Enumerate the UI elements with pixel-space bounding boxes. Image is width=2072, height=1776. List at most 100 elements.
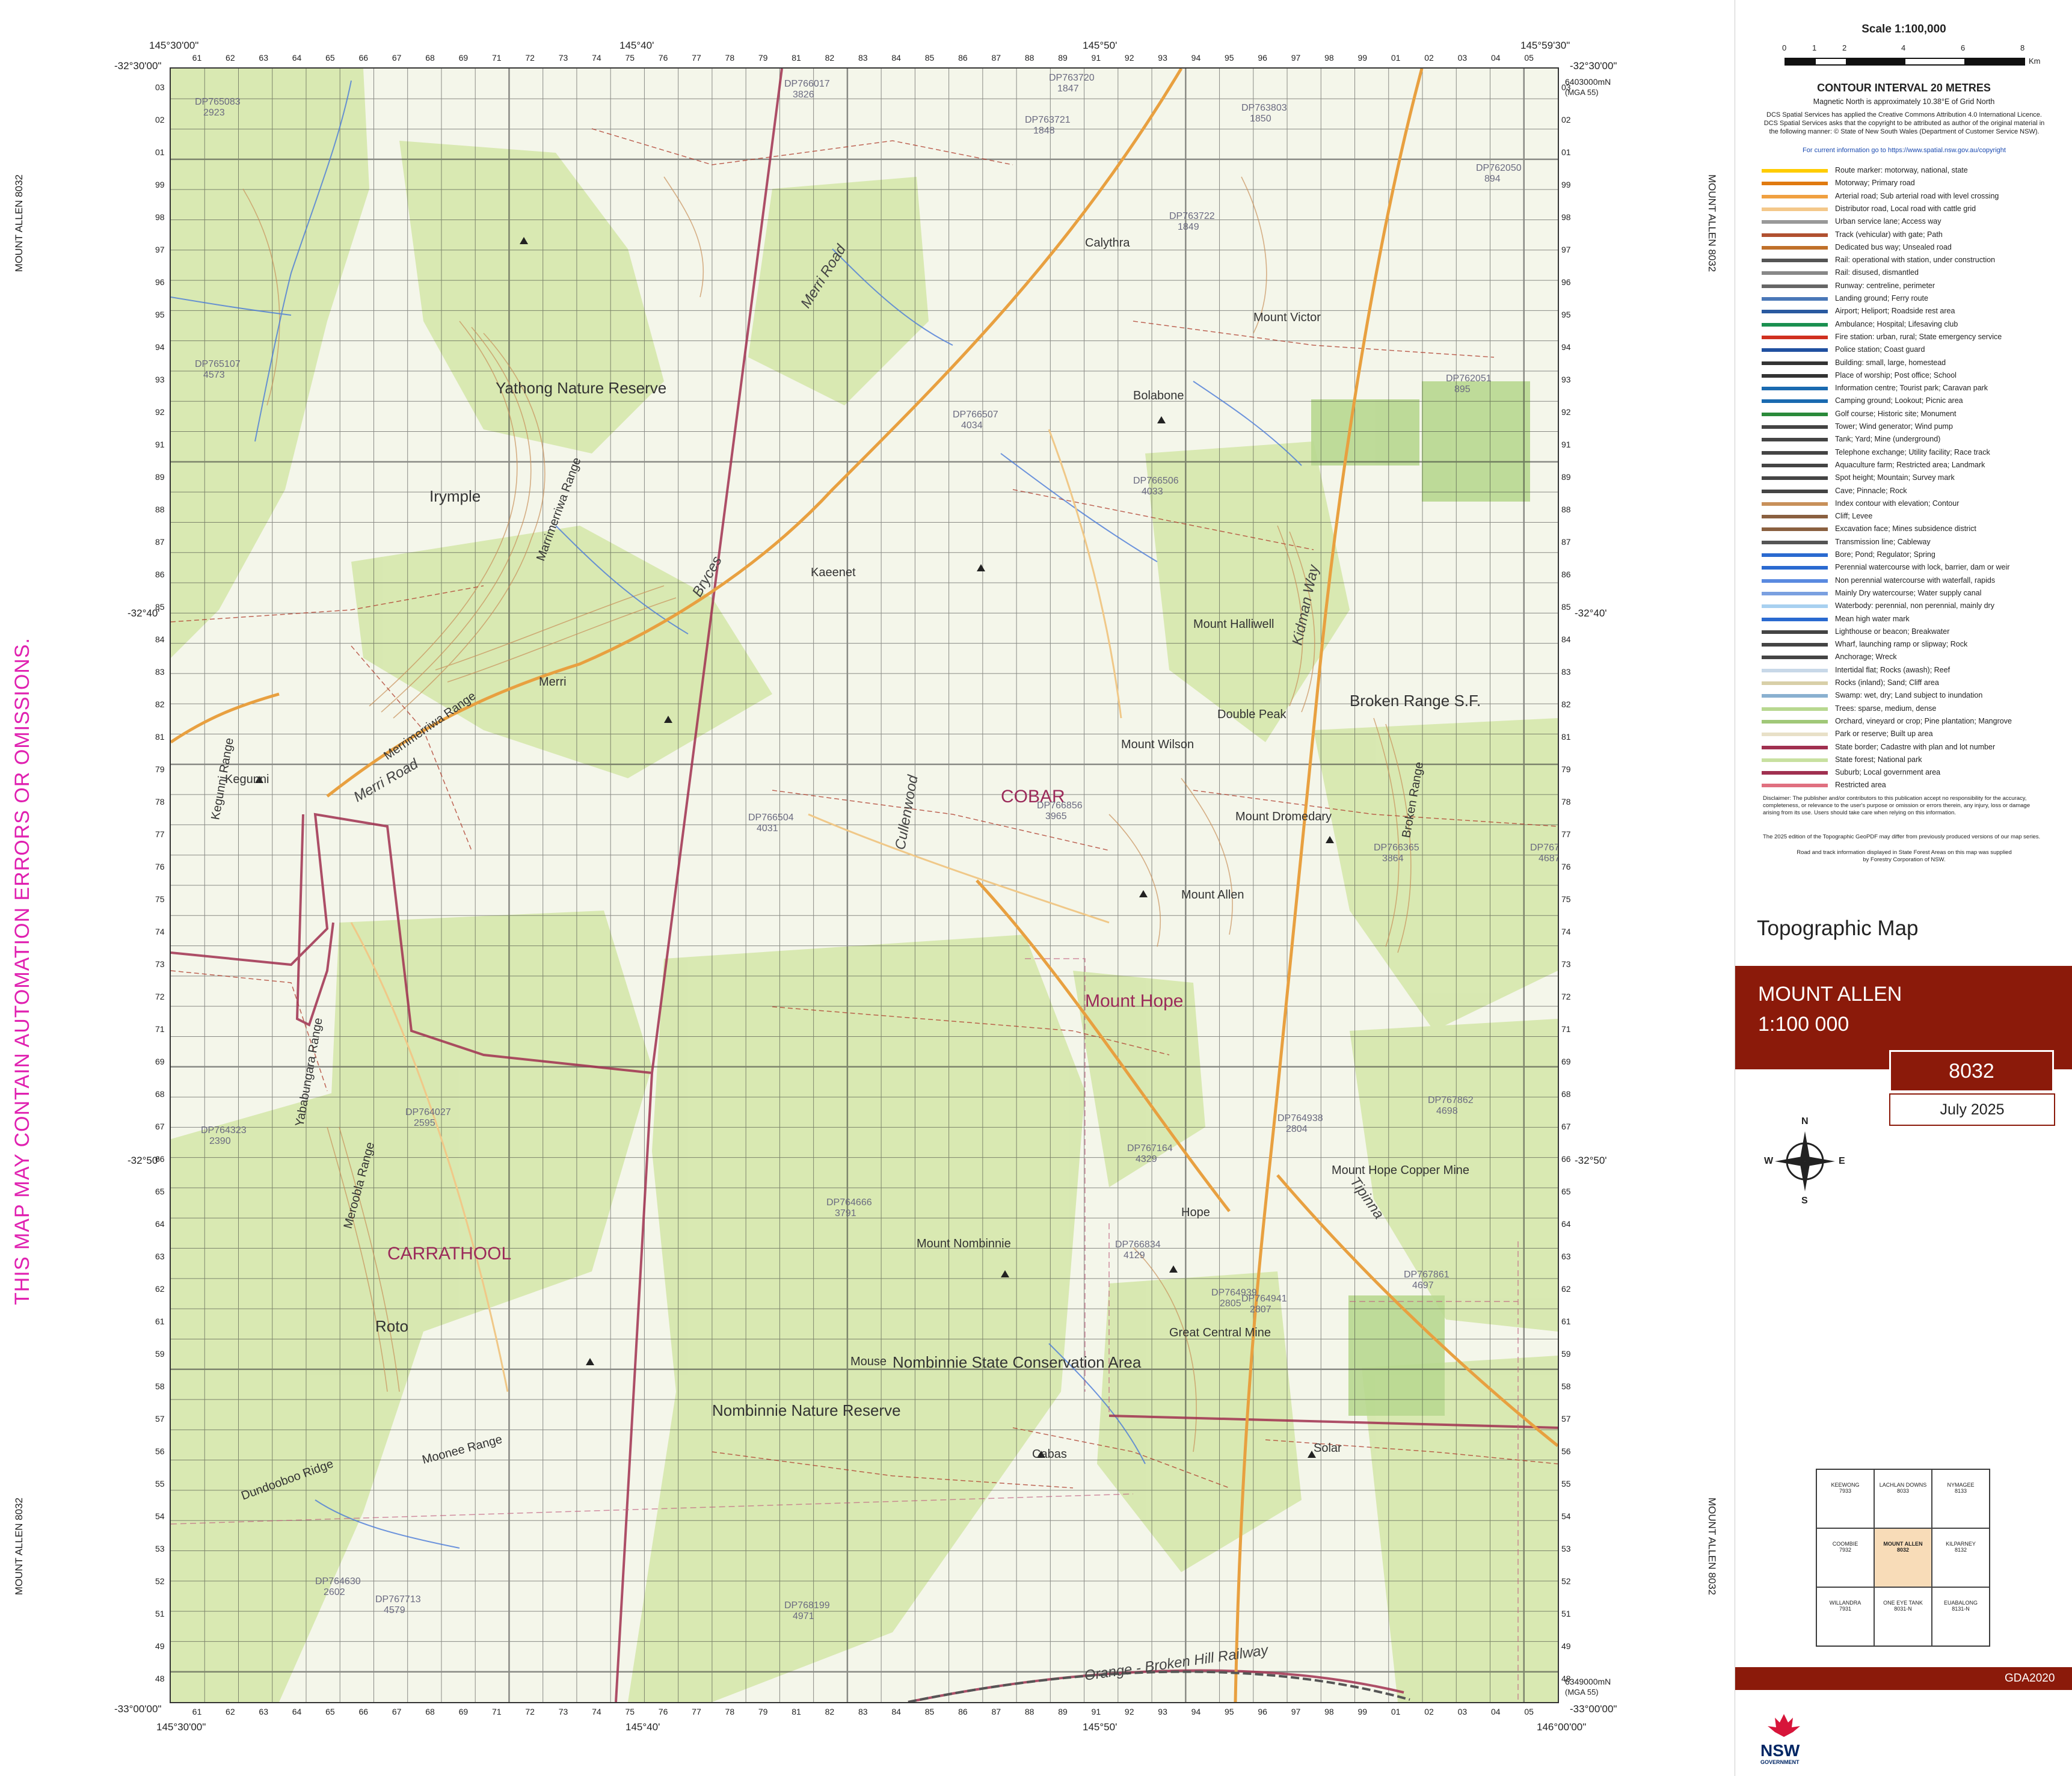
legend-symbol bbox=[1762, 784, 1828, 788]
grid-number: 73 bbox=[558, 1707, 568, 1716]
legend-symbol bbox=[1762, 604, 1828, 609]
grid-number: 84 bbox=[891, 53, 901, 63]
legend-symbol bbox=[1762, 233, 1828, 237]
grid-number: 82 bbox=[825, 1707, 835, 1716]
lot-plan: DP766506 bbox=[1133, 476, 1179, 486]
legend-symbol bbox=[1762, 169, 1828, 173]
legend-symbol bbox=[1762, 656, 1828, 660]
adjoining-sheet[interactable]: MOUNT ALLEN 8032 bbox=[1874, 1528, 1932, 1587]
grid-number: 85 bbox=[924, 53, 935, 63]
legend-label: Index contour with elevation; Contour bbox=[1835, 499, 1960, 508]
adjoining-sheet[interactable]: COOMBIE 7932 bbox=[1816, 1528, 1874, 1587]
legend-symbol bbox=[1762, 245, 1828, 250]
feature-label: Bolabone bbox=[1133, 389, 1184, 402]
legend-item: Suburb; Local government area bbox=[1762, 768, 1940, 776]
feature-label: Cabas bbox=[1032, 1448, 1067, 1461]
grid-number: 54 bbox=[155, 1511, 165, 1521]
legend-symbol bbox=[1762, 412, 1828, 416]
legend-item: Lighthouse or beacon; Breakwater bbox=[1762, 627, 1949, 636]
grid-number: 76 bbox=[155, 862, 165, 871]
adjoining-sheet-name: KILPARNEY bbox=[1946, 1541, 1976, 1547]
scale-tick: 4 bbox=[1901, 43, 1906, 52]
adjoining-sheet[interactable]: KILPARNEY 8132 bbox=[1932, 1528, 1990, 1587]
map-frame[interactable]: Yathong Nature Reserve Irymple COBAR Mount … bbox=[170, 67, 1559, 1703]
lot-plan: DP763720 bbox=[1049, 73, 1095, 83]
grid-number: 71 bbox=[1561, 1024, 1571, 1034]
grid-number: 67 bbox=[392, 53, 402, 63]
lot-plan: DP767861 bbox=[1404, 1270, 1449, 1280]
map-scale-text: 1:100 000 bbox=[1758, 1013, 1849, 1036]
legend-label: Non perennial watercourse with waterfall… bbox=[1835, 576, 1996, 585]
grid-number: 93 bbox=[1158, 1707, 1167, 1716]
scale-tick: 8 bbox=[2020, 43, 2025, 52]
left-sheet-label-bottom: MOUNT ALLEN 8032 bbox=[13, 1498, 25, 1596]
legend-label: Aquaculture farm; Restricted area; Landm… bbox=[1835, 460, 1985, 469]
legend-label: Waterbody: perennial, non perennial, mai… bbox=[1835, 601, 1994, 610]
grid-number: 54 bbox=[1561, 1511, 1571, 1521]
grid-number: 64 bbox=[292, 1707, 302, 1716]
legend-symbol bbox=[1762, 553, 1828, 557]
adjoining-sheet[interactable]: LACHLAN DOWNS 8033 bbox=[1874, 1469, 1932, 1528]
waratah-icon bbox=[1768, 1714, 1800, 1737]
grid-number: 59 bbox=[155, 1349, 165, 1359]
map-canvas[interactable]: Yathong Nature ReserveIrympleCOBARMount … bbox=[171, 69, 1558, 1702]
legend-item: Mean high water mark bbox=[1762, 615, 1910, 623]
adjoining-sheet[interactable]: EUABALONG 8131-N bbox=[1932, 1587, 1990, 1646]
adjoining-sheet[interactable]: NYMAGEE 8133 bbox=[1932, 1469, 1990, 1528]
legend-symbol bbox=[1762, 476, 1828, 481]
grid-number: 66 bbox=[1561, 1154, 1571, 1164]
adjoining-sheet[interactable]: KEEWONG 7933 bbox=[1816, 1469, 1874, 1528]
legend-label: Golf course; Historic site; Monument bbox=[1835, 409, 1957, 418]
grid-number: 03 bbox=[1457, 1707, 1468, 1716]
legend-symbol bbox=[1762, 617, 1828, 621]
grid-number: 82 bbox=[825, 53, 835, 63]
grid-number: 86 bbox=[958, 1707, 968, 1716]
grid-number: 74 bbox=[592, 53, 601, 63]
grid-number: 87 bbox=[1561, 537, 1571, 547]
legend-item: State forest; National park bbox=[1762, 755, 1922, 764]
adjoining-sheets-index: KEEWONG 7933 LACHLAN DOWNS 8033 NYMAGEE 8133 C… bbox=[1816, 1469, 1990, 1647]
grid-number: 83 bbox=[858, 1707, 868, 1716]
lot-plan: DP766365 bbox=[1374, 843, 1419, 853]
right-mid-lat-2: -32°50' bbox=[1575, 1155, 1607, 1166]
lot-plan: DP765107 bbox=[195, 359, 241, 369]
legend-item: Spot height; Mountain; Survey mark bbox=[1762, 473, 1955, 482]
grid-number: 77 bbox=[1561, 829, 1571, 839]
legend-item: Anchorage; Wreck bbox=[1762, 653, 1897, 661]
grid-number: 82 bbox=[155, 699, 165, 709]
grid-number: 91 bbox=[1091, 1707, 1101, 1716]
legend-label: Spot height; Mountain; Survey mark bbox=[1835, 473, 1955, 482]
legend-item: Transmission line; Cableway bbox=[1762, 538, 1931, 546]
legend-symbol bbox=[1762, 771, 1828, 775]
legend-label: Rocks (inland); Sand; Cliff area bbox=[1835, 678, 1939, 687]
grid-number: 71 bbox=[155, 1024, 165, 1034]
grid-number: 65 bbox=[1561, 1187, 1571, 1196]
legend-label: Place of worship; Post office; School bbox=[1835, 370, 1957, 379]
lot-plan: DP762050 bbox=[1476, 163, 1522, 173]
corner-top-left-lon: 145°30'00" bbox=[149, 40, 199, 51]
legend-label: Swamp: wet, dry; Land subject to inundat… bbox=[1835, 691, 1983, 700]
adjoining-sheet[interactable]: WILLANDRA 7931 bbox=[1816, 1587, 1874, 1646]
place-label: Irymple bbox=[429, 487, 481, 505]
legend-item: Arterial road; Sub arterial road with le… bbox=[1762, 192, 1999, 200]
grid-number: 79 bbox=[1561, 764, 1571, 774]
lot-plan: DP766017 bbox=[784, 79, 830, 89]
grid-number: 48 bbox=[1561, 1674, 1571, 1683]
road-label: Orange - Broken Hill Railway bbox=[1083, 1642, 1270, 1684]
legend-symbol bbox=[1762, 425, 1828, 429]
legend-symbol bbox=[1762, 579, 1828, 583]
grid-number: 02 bbox=[1424, 1707, 1434, 1716]
grid-number: 69 bbox=[458, 1707, 469, 1716]
adjoining-sheet[interactable]: ONE EYE TANK 8031-N bbox=[1874, 1587, 1932, 1646]
legend-symbol bbox=[1762, 681, 1828, 685]
legend-symbol bbox=[1762, 527, 1828, 532]
grid-number: 61 bbox=[155, 1317, 165, 1326]
place-label: Roto bbox=[375, 1317, 408, 1335]
info-link[interactable]: For current information go to https://ww… bbox=[1763, 147, 2046, 154]
grid-number: 67 bbox=[155, 1122, 165, 1131]
lot-plan: DP766504 bbox=[748, 813, 794, 823]
lot-number: 2602 bbox=[324, 1587, 345, 1597]
corner-top-right-lat: -32°30'00" bbox=[1570, 60, 1617, 72]
grid-number: 85 bbox=[1561, 602, 1571, 612]
grid-number: 61 bbox=[192, 1707, 202, 1716]
